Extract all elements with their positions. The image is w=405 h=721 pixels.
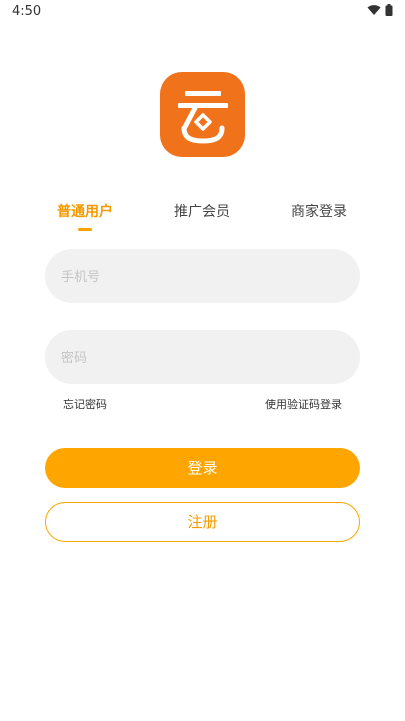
status-bar: 4:50: [0, 0, 405, 24]
phone-input[interactable]: [59, 249, 348, 305]
forgot-password-link[interactable]: 忘记密码: [63, 397, 107, 413]
wifi-icon: [367, 5, 381, 15]
status-icons: [367, 4, 393, 16]
register-button[interactable]: 注册: [45, 502, 360, 542]
app-logo-icon: [177, 90, 228, 144]
login-type-tabs: 普通用户 推广会员 商家登录: [0, 200, 405, 236]
tab-regular-user[interactable]: 普通用户: [30, 202, 140, 222]
use-code-login-link[interactable]: 使用验证码登录: [265, 397, 342, 413]
status-time: 4:50: [12, 4, 42, 19]
tab-promoter-member[interactable]: 推广会员: [147, 202, 257, 222]
password-input[interactable]: [59, 330, 348, 386]
password-field: [45, 330, 360, 386]
active-tab-indicator: [78, 228, 92, 231]
app-logo: [160, 72, 245, 157]
phone-field: [45, 249, 360, 305]
tab-merchant-login[interactable]: 商家登录: [264, 202, 374, 222]
login-button[interactable]: 登录: [45, 448, 360, 488]
battery-icon: [385, 4, 393, 16]
